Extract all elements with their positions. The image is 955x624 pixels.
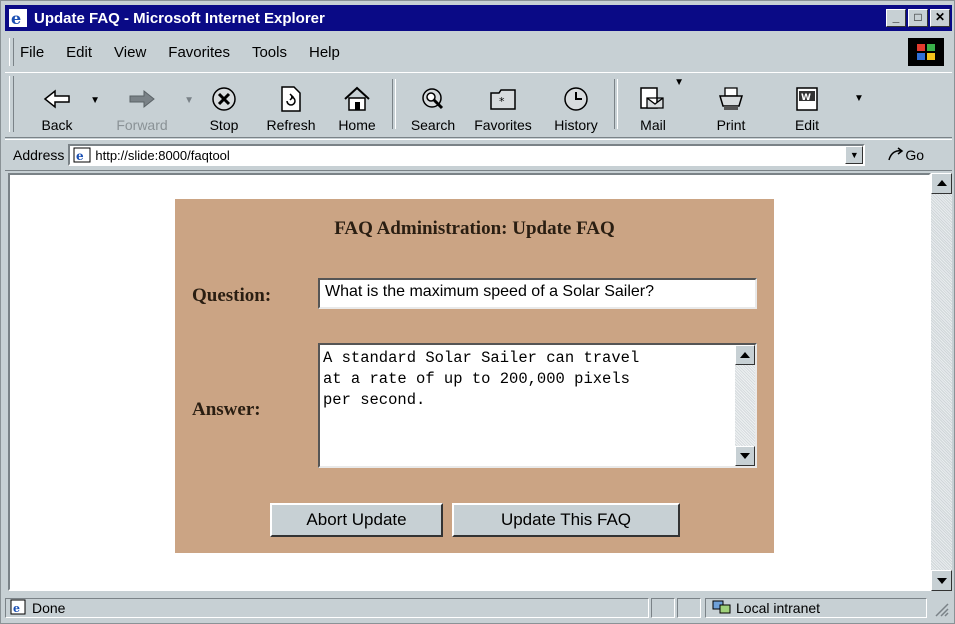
page-title: FAQ Administration: Update FAQ xyxy=(334,218,615,239)
toolbar-separator xyxy=(614,79,618,129)
status-cell xyxy=(677,598,701,618)
history-button[interactable]: History xyxy=(546,73,606,133)
printer-icon xyxy=(715,84,747,114)
status-text: Done xyxy=(32,600,66,616)
mail-icon xyxy=(637,84,669,114)
mail-label: Mail xyxy=(640,117,666,133)
go-label: Go xyxy=(905,147,925,163)
refresh-icon xyxy=(275,84,307,114)
print-label: Print xyxy=(716,117,746,133)
security-zone-cell: Local intranet xyxy=(705,598,927,618)
word-edit-icon: W xyxy=(791,84,823,114)
question-label: Question: xyxy=(192,285,272,306)
home-label: Home xyxy=(338,117,376,133)
forward-label: Forward xyxy=(116,117,168,133)
page-done-icon: e xyxy=(10,599,26,618)
edit-label: Edit xyxy=(794,117,820,133)
address-dropdown-icon[interactable]: ▼ xyxy=(845,146,864,164)
svg-text:*: * xyxy=(499,95,505,108)
back-arrow-icon xyxy=(41,84,73,114)
menu-tools[interactable]: Tools xyxy=(252,44,287,61)
search-button[interactable]: Search xyxy=(404,73,462,133)
scroll-up-button[interactable] xyxy=(931,173,952,194)
home-icon xyxy=(341,84,373,114)
address-field[interactable]: e http://slide:8000/faqtool ▼ xyxy=(68,144,866,166)
page-scrollbar[interactable] xyxy=(931,173,952,591)
svg-text:W: W xyxy=(801,93,811,103)
back-dropdown-icon[interactable]: ▼ xyxy=(90,95,100,106)
menu-view[interactable]: View xyxy=(114,44,146,61)
menu-file[interactable]: File xyxy=(20,44,44,61)
svg-text:e: e xyxy=(76,149,84,163)
answer-scroll-down-button[interactable] xyxy=(735,446,755,466)
history-label: History xyxy=(554,117,598,133)
favorites-label: Favorites xyxy=(474,117,532,133)
stop-label: Stop xyxy=(209,117,239,133)
mail-dropdown-icon[interactable]: ▼ xyxy=(674,77,684,88)
stop-icon xyxy=(208,84,240,114)
answer-label: Answer: xyxy=(192,399,261,420)
search-icon xyxy=(417,84,449,114)
forward-button[interactable]: Forward ▼ xyxy=(104,73,194,133)
status-cell xyxy=(651,598,675,618)
forward-dropdown-icon[interactable]: ▼ xyxy=(184,95,194,106)
close-button[interactable]: ✕ xyxy=(930,9,950,27)
refresh-label: Refresh xyxy=(266,117,316,133)
answer-textarea[interactable]: A standard Solar Sailer can travel at a … xyxy=(318,343,757,468)
maximize-button[interactable]: □ xyxy=(908,9,928,27)
history-clock-icon xyxy=(560,84,592,114)
toolbar-grip xyxy=(9,76,14,132)
question-input[interactable]: What is the maximum speed of a Solar Sai… xyxy=(318,278,757,309)
address-bar: Address e http://slide:8000/faqtool ▼ Go xyxy=(5,139,952,171)
search-label: Search xyxy=(410,117,456,133)
refresh-button[interactable]: Refresh xyxy=(258,73,324,133)
window-title: Update FAQ - Microsoft Internet Explorer xyxy=(34,9,325,27)
update-faq-button[interactable]: Update This FAQ xyxy=(452,503,680,537)
edit-button[interactable]: W Edit xyxy=(780,73,834,133)
menu-favorites[interactable]: Favorites xyxy=(168,44,230,61)
minimize-button[interactable]: _ xyxy=(886,9,906,27)
standard-toolbar: Back ▼ Forward ▼ Stop Refresh Home Searc… xyxy=(5,72,952,138)
forward-arrow-icon xyxy=(126,84,158,114)
status-text-cell: e Done xyxy=(5,598,649,618)
answer-scrollbar[interactable] xyxy=(735,345,755,466)
local-intranet-icon xyxy=(712,599,732,618)
menu-grip xyxy=(9,38,14,66)
answer-scroll-up-button[interactable] xyxy=(735,345,755,365)
zone-label: Local intranet xyxy=(736,600,821,616)
toolbar-more-icon[interactable]: ▼ xyxy=(854,93,864,104)
back-label: Back xyxy=(41,117,73,133)
go-arrow-icon xyxy=(887,146,905,165)
resize-grip-icon[interactable] xyxy=(931,599,949,617)
home-button[interactable]: Home xyxy=(330,73,384,133)
stop-button[interactable]: Stop xyxy=(194,73,254,133)
windows-logo-icon xyxy=(908,38,944,66)
svg-text:e: e xyxy=(11,9,21,28)
page-icon: e xyxy=(73,147,91,163)
address-url: http://slide:8000/faqtool xyxy=(95,147,230,163)
title-bar: e Update FAQ - Microsoft Internet Explor… xyxy=(5,5,952,31)
print-button[interactable]: Print xyxy=(704,73,758,133)
faq-form-panel: FAQ Administration: Update FAQ Question:… xyxy=(175,199,774,553)
favorites-button[interactable]: * Favorites xyxy=(466,73,540,133)
ie-logo-icon: e xyxy=(8,8,28,28)
scroll-down-button[interactable] xyxy=(931,570,952,591)
browser-window: e Update FAQ - Microsoft Internet Explor… xyxy=(0,0,955,624)
go-button[interactable]: Go xyxy=(887,146,924,165)
abort-update-button[interactable]: Abort Update xyxy=(270,503,443,537)
toolbar-separator xyxy=(392,79,396,129)
menu-help[interactable]: Help xyxy=(309,44,340,61)
answer-text: A standard Solar Sailer can travel at a … xyxy=(323,349,640,409)
menu-bar: File Edit View Favorites Tools Help xyxy=(5,34,952,70)
address-label: Address xyxy=(13,147,65,163)
menu-edit[interactable]: Edit xyxy=(66,44,92,61)
status-bar: e Done Local intranet xyxy=(5,595,952,621)
favorites-folder-icon: * xyxy=(487,84,519,114)
back-button[interactable]: Back ▼ xyxy=(28,73,100,133)
mail-button[interactable]: Mail ▼ xyxy=(626,73,684,133)
svg-text:e: e xyxy=(13,602,20,615)
